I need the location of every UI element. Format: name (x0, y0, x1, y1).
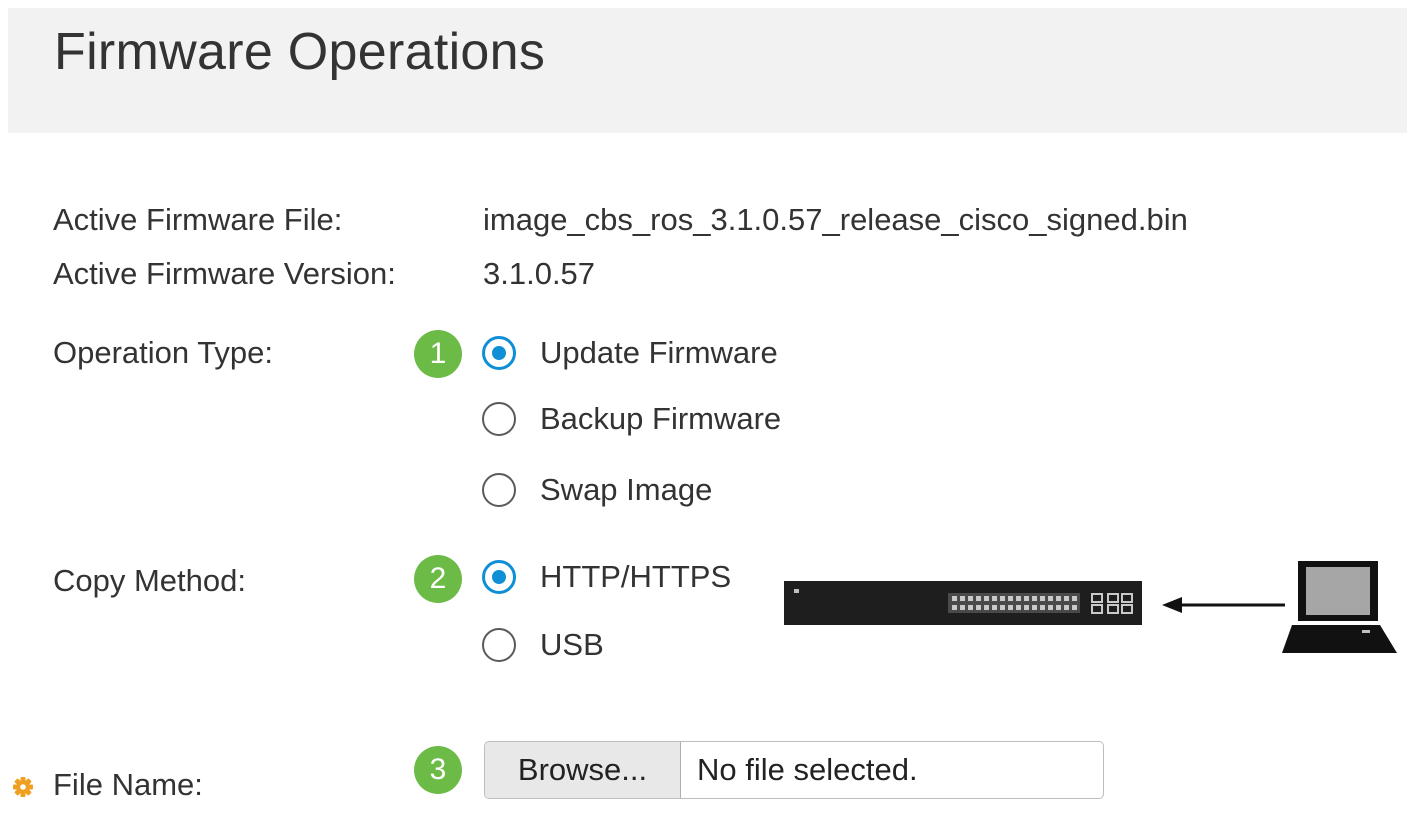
required-gear-icon (13, 777, 33, 797)
radio-label-usb: USB (540, 627, 604, 662)
radio-backup-firmware[interactable]: Backup Firmware (482, 399, 781, 439)
network-switch-icon (784, 581, 1142, 625)
radio-button[interactable] (482, 402, 516, 436)
operation-type-label: Operation Type: (53, 335, 274, 370)
radio-label-update-firmware: Update Firmware (540, 335, 778, 370)
radio-usb[interactable]: USB (482, 625, 604, 665)
copy-method-label: Copy Method: (53, 563, 246, 598)
radio-button[interactable] (482, 473, 516, 507)
arrow-left-icon (1162, 597, 1285, 613)
file-input[interactable]: Browse... No file selected. (484, 741, 1104, 799)
step-1-badge: 1 (414, 330, 462, 378)
radio-label-backup-firmware: Backup Firmware (540, 401, 782, 436)
copy-method-diagram (784, 561, 1397, 653)
file-name-label: File Name: (53, 767, 203, 802)
radio-button[interactable] (482, 628, 516, 662)
radio-swap-image[interactable]: Swap Image (482, 470, 712, 510)
radio-button-checked[interactable] (482, 560, 516, 594)
file-selected-status: No file selected. (697, 752, 918, 787)
page-header: Firmware Operations (8, 8, 1407, 133)
active-firmware-file-label: Active Firmware File: (53, 202, 343, 237)
radio-label-swap-image: Swap Image (540, 472, 713, 507)
browse-button[interactable]: Browse... (485, 742, 681, 798)
laptop-icon (1282, 561, 1397, 653)
radio-update-firmware[interactable]: Update Firmware (482, 333, 778, 373)
radio-button-checked[interactable] (482, 336, 516, 370)
active-firmware-version-label: Active Firmware Version: (53, 256, 396, 291)
step-2-badge: 2 (414, 555, 462, 603)
radio-http-https[interactable]: HTTP/HTTPS (482, 557, 731, 597)
active-firmware-version-value: 3.1.0.57 (483, 256, 596, 291)
page-title: Firmware Operations (54, 23, 546, 81)
step-3-badge: 3 (414, 746, 462, 794)
radio-label-http-https: HTTP/HTTPS (540, 559, 732, 594)
active-firmware-file-value: image_cbs_ros_3.1.0.57_release_cisco_sig… (483, 202, 1188, 237)
